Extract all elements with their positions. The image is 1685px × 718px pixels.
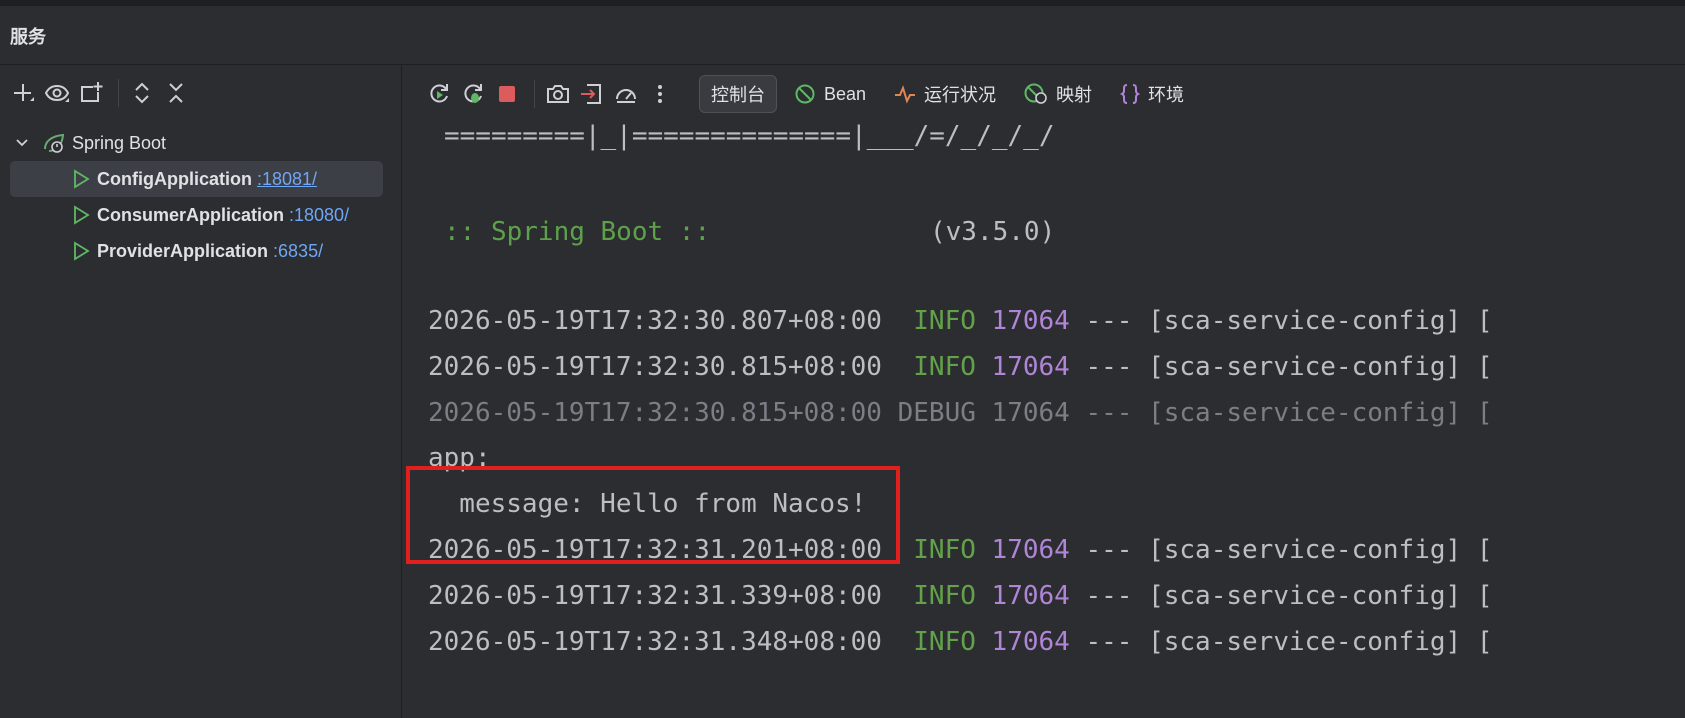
plus-icon <box>14 84 34 101</box>
log-timestamp: 2026-05-19T17:32:30.807+08:00 <box>428 306 882 336</box>
pulse-icon <box>895 85 916 104</box>
highlight-box <box>406 466 900 564</box>
braces-icon <box>1120 84 1141 104</box>
log-level: INFO <box>897 535 976 565</box>
spring-version: (v3.5.0) <box>930 217 1056 247</box>
log-timestamp: 2026-05-19T17:32:30.815+08:00 <box>428 398 882 428</box>
tab-health-label: 运行状况 <box>924 85 997 105</box>
tree-item-provider-application[interactable]: ProviderApplication :6835/ <box>10 233 383 269</box>
view-options-button[interactable] <box>42 78 72 108</box>
console-spring-line: :: Spring Boot :: (v3.5.0) <box>444 212 1055 252</box>
log-pid: 17064 <box>991 581 1070 611</box>
log-timestamp: 2026-05-19T17:32:30.815+08:00 <box>428 352 882 382</box>
log-line: 2026-05-19T17:32:31.348+08:00 INFO 17064… <box>428 622 1492 662</box>
run-icon <box>74 205 90 225</box>
toolbar-separator <box>118 79 119 107</box>
expand-all-button[interactable] <box>127 78 157 108</box>
log-rest: --- [sca-service-config] [ <box>1069 352 1493 382</box>
new-group-button[interactable] <box>76 78 106 108</box>
log-level: INFO <box>897 627 976 657</box>
tree-item-consumer-application[interactable]: ConsumerApplication :18080/ <box>10 197 383 233</box>
log-pid: 17064 <box>991 306 1070 336</box>
log-line: 2026-05-19T17:32:30.807+08:00 INFO 17064… <box>428 301 1492 341</box>
log-line: 2026-05-19T17:32:30.815+08:00 INFO 17064… <box>428 347 1492 387</box>
log-timestamp: 2026-05-19T17:32:31.348+08:00 <box>428 627 882 657</box>
log-rest: --- [sca-service-config] [ <box>1069 581 1493 611</box>
rerun-button[interactable] <box>424 79 454 109</box>
window-top-strip <box>0 0 1685 6</box>
tree-root-spring-boot[interactable]: Spring Boot <box>14 125 166 161</box>
tab-mappings[interactable]: 映射 <box>1013 76 1103 112</box>
app-port-link[interactable]: :18081/ <box>257 161 317 197</box>
app-port-link[interactable]: :6835/ <box>273 233 323 269</box>
log-pid: 17064 <box>991 535 1070 565</box>
app-name: ConfigApplication <box>97 169 252 189</box>
panel-title: 服务 <box>10 27 46 47</box>
tree-root-label: Spring Boot <box>72 133 167 153</box>
services-toolbar <box>8 76 195 110</box>
log-pid: 17064 <box>991 398 1070 428</box>
add-group-icon <box>81 82 103 102</box>
gauge-icon <box>616 89 636 103</box>
log-level: INFO <box>897 306 976 336</box>
profiler-button[interactable] <box>611 79 641 109</box>
tree-item-config-application[interactable]: ConfigApplication :18081/ <box>10 161 383 197</box>
eye-icon <box>44 84 70 102</box>
add-service-button[interactable] <box>8 78 38 108</box>
run-toolbar: 控制台 Bean 运行状况 映射 环境 <box>402 72 1201 116</box>
more-vertical-icon <box>658 85 662 103</box>
log-timestamp: 2026-05-19T17:32:31.339+08:00 <box>428 581 882 611</box>
log-level: INFO <box>897 581 976 611</box>
more-options-button[interactable] <box>645 79 675 109</box>
log-level: INFO <box>897 352 976 382</box>
collapse-all-button[interactable] <box>161 78 191 108</box>
log-rest: --- [sca-service-config] [ <box>1069 306 1493 336</box>
bean-icon <box>795 84 815 104</box>
log-pid: 17064 <box>991 352 1070 382</box>
restore-layout-button[interactable] <box>577 79 607 109</box>
screenshot-button[interactable] <box>543 79 573 109</box>
camera-icon <box>547 85 569 103</box>
log-line: 2026-05-19T17:32:31.339+08:00 INFO 17064… <box>428 576 1492 616</box>
stop-icon <box>499 86 515 102</box>
rerun-debug-button[interactable] <box>458 79 488 109</box>
app-port-link[interactable]: :18080/ <box>289 197 349 233</box>
app-name: ConsumerApplication <box>97 205 285 225</box>
tab-console[interactable]: 控制台 <box>699 75 777 113</box>
console-banner-line: =========|_|==============|___/=/_/_/_/ <box>444 121 1055 151</box>
console-output[interactable]: =========|_|==============|___/=/_/_/_/ … <box>402 116 1685 718</box>
tab-console-label: 控制台 <box>711 85 765 105</box>
log-level: DEBUG <box>897 398 976 428</box>
run-icon <box>74 241 90 261</box>
spring-boot-label: :: Spring Boot :: <box>444 217 711 247</box>
spring-boot-icon <box>44 133 65 153</box>
chevron-down-icon[interactable] <box>14 135 30 151</box>
stop-button[interactable] <box>492 79 522 109</box>
run-icon <box>74 169 90 189</box>
log-line-debug: 2026-05-19T17:32:30.815+08:00 DEBUG 1706… <box>428 393 1492 433</box>
tab-environment-label: 环境 <box>1148 85 1185 105</box>
expand-all-icon <box>135 82 149 104</box>
rerun-debug-icon <box>464 84 482 103</box>
app-name: ProviderApplication <box>97 241 269 261</box>
tab-bean[interactable]: Bean <box>783 76 877 112</box>
tab-health[interactable]: 运行状况 <box>883 76 1007 112</box>
tab-mappings-label: 映射 <box>1056 85 1093 105</box>
tab-bean-label: Bean <box>824 83 867 104</box>
log-rest: --- [sca-service-config] [ <box>1069 398 1493 428</box>
log-rest: --- [sca-service-config] [ <box>1069 535 1493 565</box>
rerun-icon <box>430 84 448 103</box>
toolbar-separator <box>534 80 535 108</box>
exit-icon <box>581 84 601 104</box>
tab-environment[interactable]: 环境 <box>1109 76 1195 112</box>
log-pid: 17064 <box>991 627 1070 657</box>
header-divider <box>0 64 1685 65</box>
collapse-all-icon <box>169 83 183 103</box>
log-rest: --- [sca-service-config] [ <box>1069 627 1493 657</box>
mappings-icon <box>1024 83 1047 104</box>
